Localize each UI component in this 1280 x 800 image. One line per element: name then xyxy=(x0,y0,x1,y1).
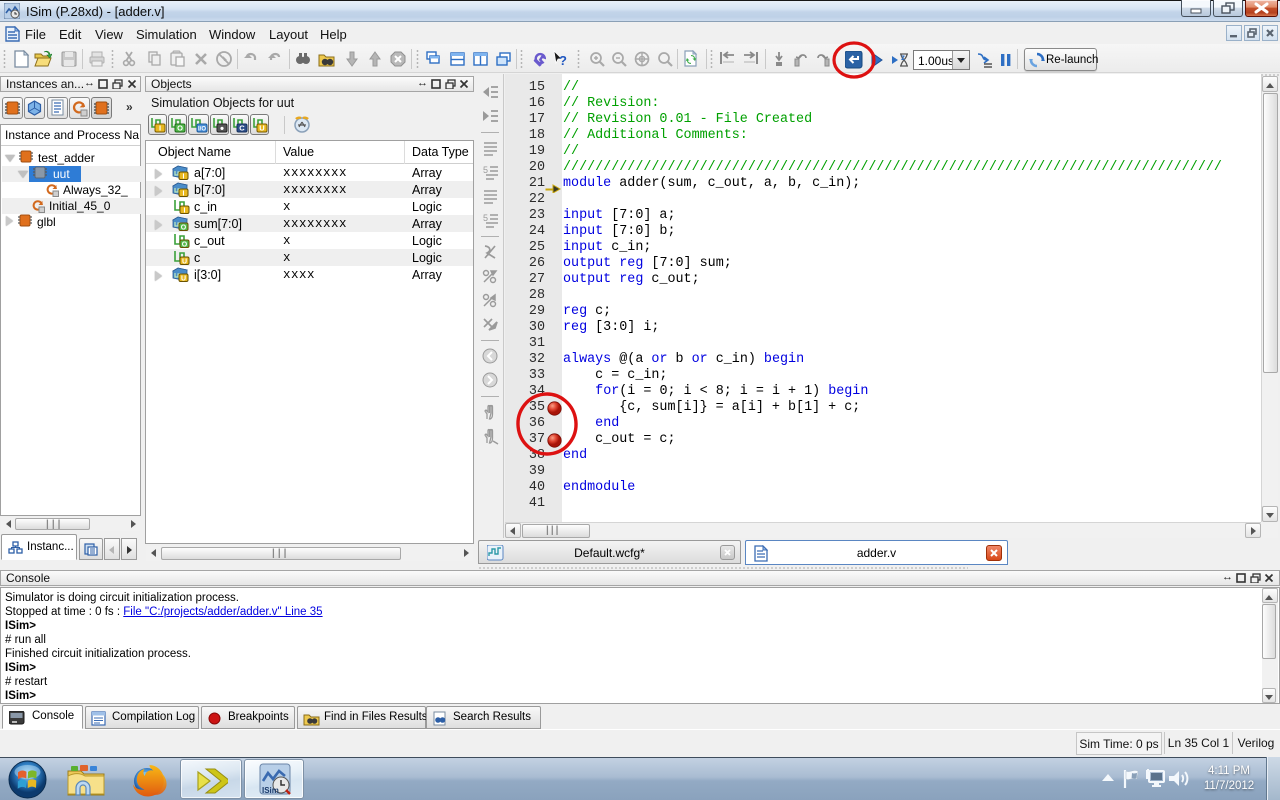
svg-text:O: O xyxy=(182,242,188,249)
svg-text:U: U xyxy=(259,124,264,133)
svg-text:U: U xyxy=(182,259,187,266)
svg-text:I: I xyxy=(184,208,186,215)
svg-text:ISim: ISim xyxy=(262,786,279,795)
svg-text:O: O xyxy=(181,225,187,232)
svg-text:O: O xyxy=(177,124,183,133)
svg-text:I: I xyxy=(183,191,185,198)
svg-text:●: ● xyxy=(220,124,225,133)
svg-text:z: z xyxy=(901,53,905,62)
svg-text:I/O: I/O xyxy=(198,127,206,133)
svg-text:5: 5 xyxy=(483,165,488,175)
svg-text:U: U xyxy=(181,276,186,283)
svg-text:C: C xyxy=(239,124,245,133)
svg-text:I: I xyxy=(159,124,161,133)
svg-text:I: I xyxy=(183,174,185,181)
svg-text:?: ? xyxy=(559,53,567,68)
svg-text:5: 5 xyxy=(483,213,488,223)
